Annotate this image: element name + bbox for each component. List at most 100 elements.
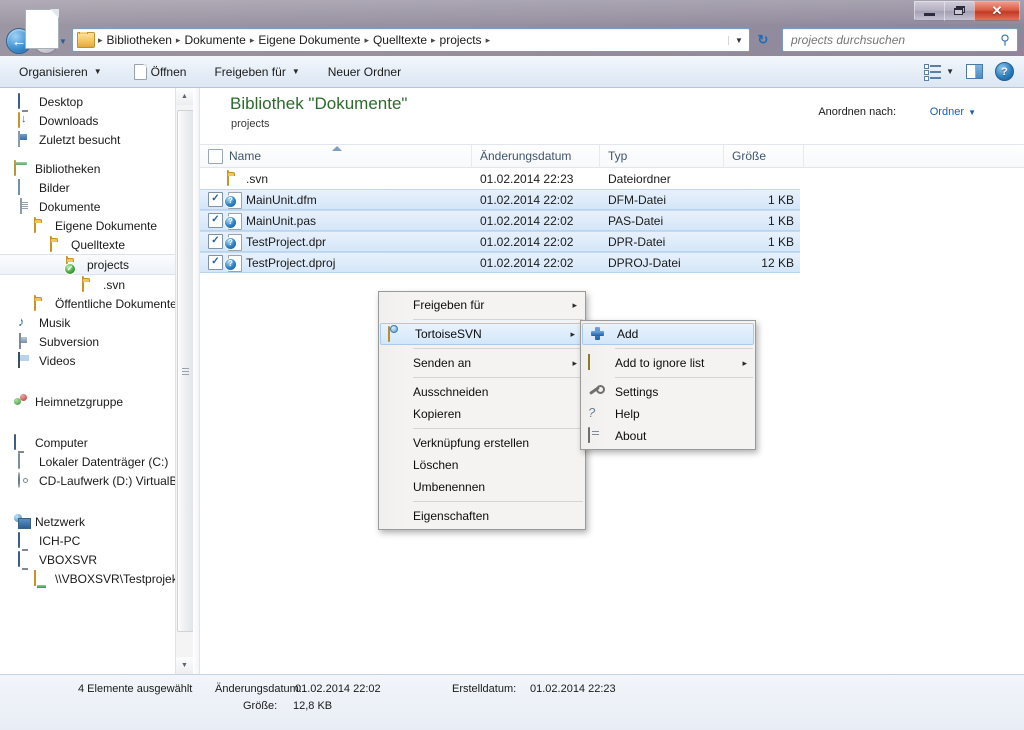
help-icon[interactable]: ? (995, 62, 1014, 81)
preview-pane-icon[interactable] (966, 64, 983, 79)
status-modified-value: 01.02.2014 22:02 (295, 683, 381, 695)
refresh-button[interactable]: ↻ (752, 28, 774, 52)
menu-item-umbenennen[interactable]: Umbenennen (379, 476, 585, 498)
change-view-icon[interactable] (924, 64, 942, 81)
column-header-date[interactable]: Änderungsdatum (472, 144, 600, 168)
close-button[interactable]: ✕ (974, 1, 1020, 21)
sidebar-item-cd-laufwerk-d[interactable]: CD-Laufwerk (D:) VirtualBo (0, 471, 193, 490)
sidebar-item-bibliotheken[interactable]: Bibliotheken (0, 159, 193, 178)
row-checkbox[interactable]: ✓ (208, 234, 223, 249)
sidebar-item-oeffentliche-dokumente[interactable]: Öffentliche Dokumente (0, 294, 193, 313)
open-button[interactable]: Öffnen (125, 60, 196, 84)
file-name-cell: ✓ ? MainUnit.dfm (200, 189, 472, 210)
address-bar[interactable]: ▸ Bibliotheken ▸ Dokumente ▸ Eigene Doku… (72, 28, 750, 52)
menu-item-label: Add (617, 327, 639, 341)
sidebar-item-quelltexte[interactable]: Quelltexte (0, 235, 193, 254)
menu-item-settings[interactable]: Settings (581, 381, 755, 403)
sidebar-item-lokaler-datentraeger-c[interactable]: Lokaler Datenträger (C:) (0, 452, 193, 471)
menu-item-add-to-ignore-list[interactable]: Add to ignore list ▸ (581, 352, 755, 374)
organize-button[interactable]: Organisieren ▼ (10, 60, 111, 84)
file-name: MainUnit.dfm (246, 192, 317, 207)
sidebar-item-videos[interactable]: Videos (0, 351, 193, 370)
column-header-type[interactable]: Typ (600, 144, 724, 168)
row-checkbox[interactable]: ✓ (208, 192, 223, 207)
table-row[interactable]: ✓ ? TestProject.dproj 01.02.2014 22:02 D… (200, 252, 1024, 273)
sidebar-item-eigene-dokumente[interactable]: Eigene Dokumente (0, 216, 193, 235)
sidebar-item-computer[interactable]: Computer (0, 433, 193, 452)
minimize-button[interactable] (914, 1, 944, 21)
sidebar-scrollbar[interactable]: ▲ ▼ (175, 88, 193, 674)
menu-item-about[interactable]: About (581, 425, 755, 447)
sidebar-item-desktop[interactable]: Desktop (0, 92, 193, 111)
breadcrumb-item-bibliotheken[interactable]: Bibliotheken (104, 32, 175, 48)
file-icon: ? (224, 191, 242, 209)
menu-item-add[interactable]: Add (582, 323, 754, 345)
file-date-cell: 01.02.2014 22:23 (480, 171, 574, 186)
share-with-button[interactable]: Freigeben für ▼ (205, 60, 308, 84)
table-row[interactable]: ✓ ? TestProject.dpr 01.02.2014 22:02 DPR… (200, 231, 1024, 252)
sidebar-item-bilder[interactable]: Bilder (0, 178, 193, 197)
breadcrumb-item-quelltexte[interactable]: Quelltexte (370, 32, 430, 48)
menu-item-freigeben-fuer[interactable]: Freigeben für ▸ (379, 294, 585, 316)
ignore-icon (588, 354, 604, 371)
chevron-down-icon[interactable]: ▼ (968, 108, 976, 117)
scroll-up-icon[interactable]: ▲ (176, 88, 193, 105)
menu-item-label: Freigeben für (413, 298, 485, 312)
table-row[interactable]: ✓ ? MainUnit.dfm 01.02.2014 22:02 DFM-Da… (200, 189, 1024, 210)
breadcrumb-item-dokumente[interactable]: Dokumente (181, 32, 248, 48)
file-type-cell: DPR-Datei (608, 234, 666, 249)
breadcrumb-item-projects[interactable]: projects (437, 32, 485, 48)
maximize-button[interactable] (944, 1, 974, 21)
menu-item-verknuepfung-erstellen[interactable]: Verknüpfung erstellen (379, 432, 585, 454)
sidebar-item-subversion[interactable]: Subversion (0, 332, 193, 351)
sidebar-item-projects[interactable]: ✓ projects (0, 254, 193, 275)
settings-icon (588, 384, 604, 400)
sidebar-item-downloads[interactable]: Downloads (0, 111, 193, 130)
menu-item-loeschen[interactable]: Löschen (379, 454, 585, 476)
sidebar-item-netzwerk[interactable]: Netzwerk (0, 512, 193, 531)
menu-item-tortoisesvn[interactable]: TortoiseSVN ▸ (380, 323, 584, 345)
table-row[interactable]: ✓ ? MainUnit.pas 01.02.2014 22:02 PAS-Da… (200, 210, 1024, 231)
column-header-size[interactable]: Größe (724, 144, 804, 168)
arrange-by-value[interactable]: Ordner (930, 106, 964, 118)
scroll-down-icon[interactable]: ▼ (176, 657, 193, 674)
chevron-down-icon[interactable]: ▼ (946, 67, 954, 76)
menu-item-help[interactable]: ? Help (581, 403, 755, 425)
maximize-icon (954, 6, 965, 16)
row-checkbox[interactable]: ✓ (208, 255, 223, 270)
sidebar-item-vboxsvr-testprojekt[interactable]: \\VBOXSVR\Testprojekt (0, 569, 193, 588)
menu-item-senden-an[interactable]: Senden an ▸ (379, 352, 585, 374)
file-size-cell: 12 KB (761, 255, 794, 270)
svn-unversioned-overlay-icon: ? (224, 257, 237, 271)
status-modified-label: Änderungsdatum: (215, 683, 302, 695)
explorer-window: ✕ ← → ▼ ▸ Bibliotheken ▸ Dokumente ▸ Eig… (0, 0, 1024, 730)
scrollbar-thumb[interactable] (177, 110, 193, 632)
sidebar-item-label: Dokumente (39, 199, 101, 214)
sidebar-item-dokumente[interactable]: Dokumente (0, 197, 193, 216)
breadcrumb-item-eigene-dokumente[interactable]: Eigene Dokumente (255, 32, 363, 48)
sidebar-item-label: Computer (35, 435, 88, 450)
file-type-cell: Dateiordner (608, 171, 671, 186)
menu-item-eigenschaften[interactable]: Eigenschaften (379, 505, 585, 527)
row-checkbox[interactable]: ✓ (208, 213, 223, 228)
computer-icon (14, 433, 30, 451)
sidebar-item-vboxsvr[interactable]: VBOXSVR (0, 550, 193, 569)
pane-splitter[interactable] (193, 88, 200, 674)
table-row[interactable]: .svn 01.02.2014 22:23 Dateiordner (200, 168, 1024, 189)
sidebar-item-svn[interactable]: .svn (0, 275, 193, 294)
address-dropdown-button[interactable]: ▼ (728, 35, 749, 45)
add-icon (590, 327, 606, 343)
menu-item-ausschneiden[interactable]: Ausschneiden (379, 381, 585, 403)
column-header-name[interactable]: Name (200, 144, 472, 168)
recent-locations-dropdown[interactable]: ▼ (59, 37, 67, 46)
sidebar-item-zuletzt-besucht[interactable]: Zuletzt besucht (0, 130, 193, 149)
search-input[interactable] (783, 32, 993, 48)
sidebar-item-heimnetzgruppe[interactable]: Heimnetzgruppe (0, 392, 193, 411)
new-folder-button[interactable]: Neuer Ordner (319, 60, 410, 84)
search-box[interactable]: ⚲ (782, 28, 1018, 52)
sidebar-item-ich-pc[interactable]: ICH-PC (0, 531, 193, 550)
sidebar-item-musik[interactable]: ♪ Musik (0, 313, 193, 332)
menu-item-kopieren[interactable]: Kopieren (379, 403, 585, 425)
select-all-checkbox[interactable] (208, 148, 223, 164)
